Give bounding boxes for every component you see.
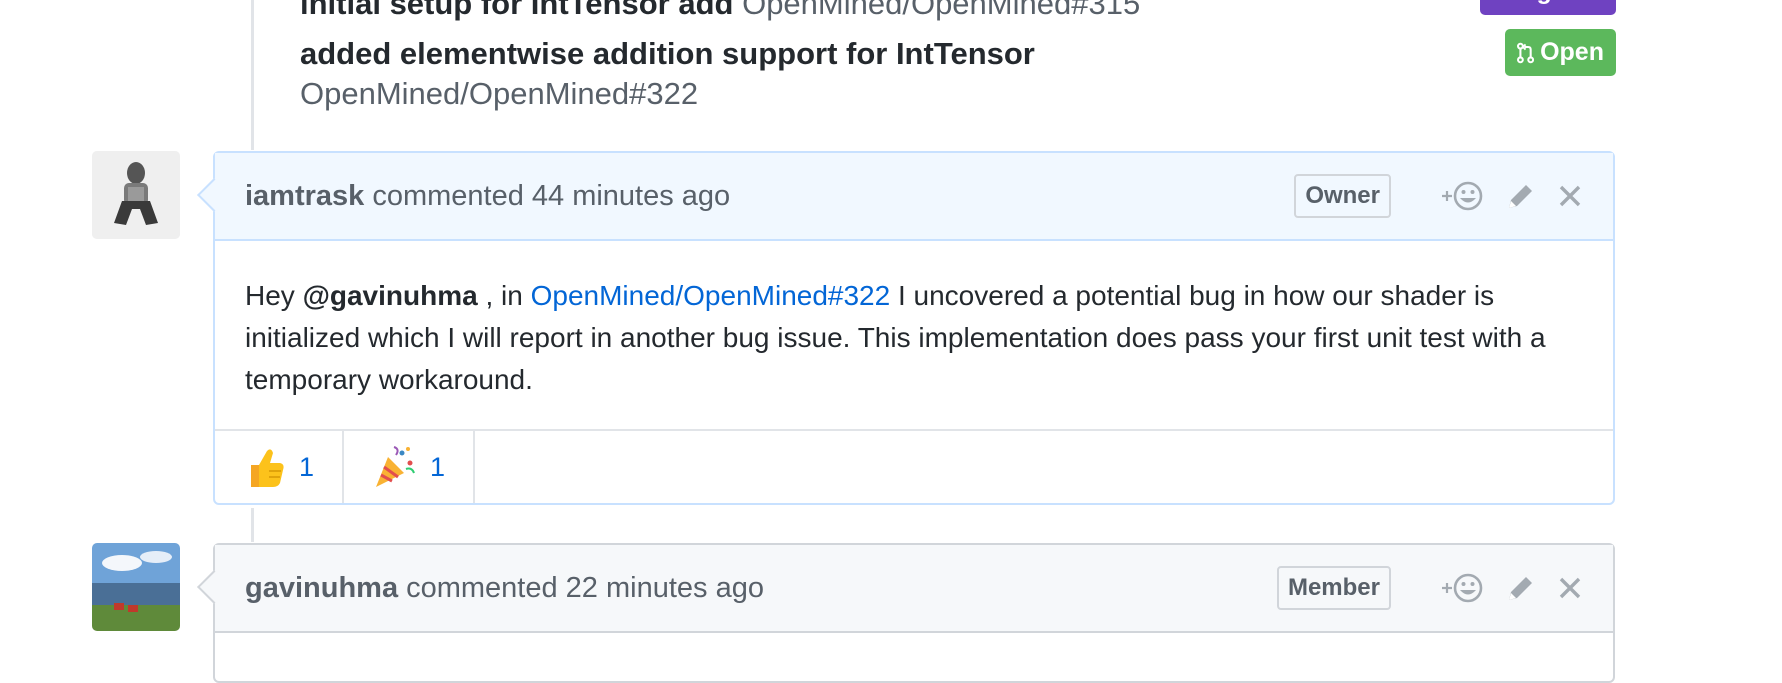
close-icon[interactable]: [1557, 575, 1583, 601]
timeline-line: [251, 0, 254, 150]
pencil-icon[interactable]: [1505, 572, 1535, 604]
add-reaction-icon[interactable]: [1439, 571, 1483, 605]
avatar[interactable]: [92, 151, 180, 239]
reference-number[interactable]: OpenMined/OpenMined#322: [300, 76, 1782, 112]
user-photo-icon: [92, 151, 180, 239]
tada-icon: [376, 446, 415, 487]
member-badge: Member: [1276, 566, 1391, 610]
user-mention[interactable]: @gavinuhma: [303, 280, 478, 311]
open-badge: Open: [1505, 29, 1616, 76]
reaction-tada[interactable]: 1: [344, 431, 476, 503]
comment-author[interactable]: iamtrask: [245, 180, 364, 213]
pencil-icon[interactable]: [1505, 180, 1535, 212]
reactions-bar: 1 1: [215, 429, 1613, 503]
pull-request-icon: [1517, 42, 1535, 63]
comment: gavinuhma commented 22 minutes ago Membe…: [197, 543, 1615, 683]
merged-badge: Merged: [1480, 0, 1616, 15]
timeline-line: [251, 508, 254, 542]
avatar[interactable]: [92, 543, 180, 631]
comment-header: iamtrask commented 44 minutes ago Owner: [197, 153, 1613, 241]
comment-timestamp[interactable]: commented 22 minutes ago: [406, 572, 764, 605]
reference-number[interactable]: OpenMined/OpenMined#315: [742, 0, 1140, 21]
comment-header: gavinuhma commented 22 minutes ago Membe…: [197, 545, 1613, 633]
user-photo-icon: [92, 543, 180, 631]
add-reaction-icon[interactable]: [1439, 179, 1483, 213]
issue-link[interactable]: OpenMined/OpenMined#322: [531, 280, 891, 311]
comment-arrow: [197, 570, 231, 604]
reaction-count: 1: [299, 451, 315, 482]
owner-badge: Owner: [1294, 174, 1391, 218]
comment-author[interactable]: gavinuhma: [245, 572, 398, 605]
close-icon[interactable]: [1557, 183, 1583, 209]
reaction-thumbs-up[interactable]: 1: [215, 431, 345, 503]
comment-body: Hey @gavinuhma , in OpenMined/OpenMined#…: [245, 280, 1546, 395]
comment-arrow: [197, 178, 231, 212]
thumbs-up-icon: [251, 449, 284, 487]
comment-timestamp[interactable]: commented 44 minutes ago: [372, 180, 730, 213]
comment: iamtrask commented 44 minutes ago Owner: [197, 151, 1615, 505]
reaction-count: 1: [430, 451, 446, 482]
